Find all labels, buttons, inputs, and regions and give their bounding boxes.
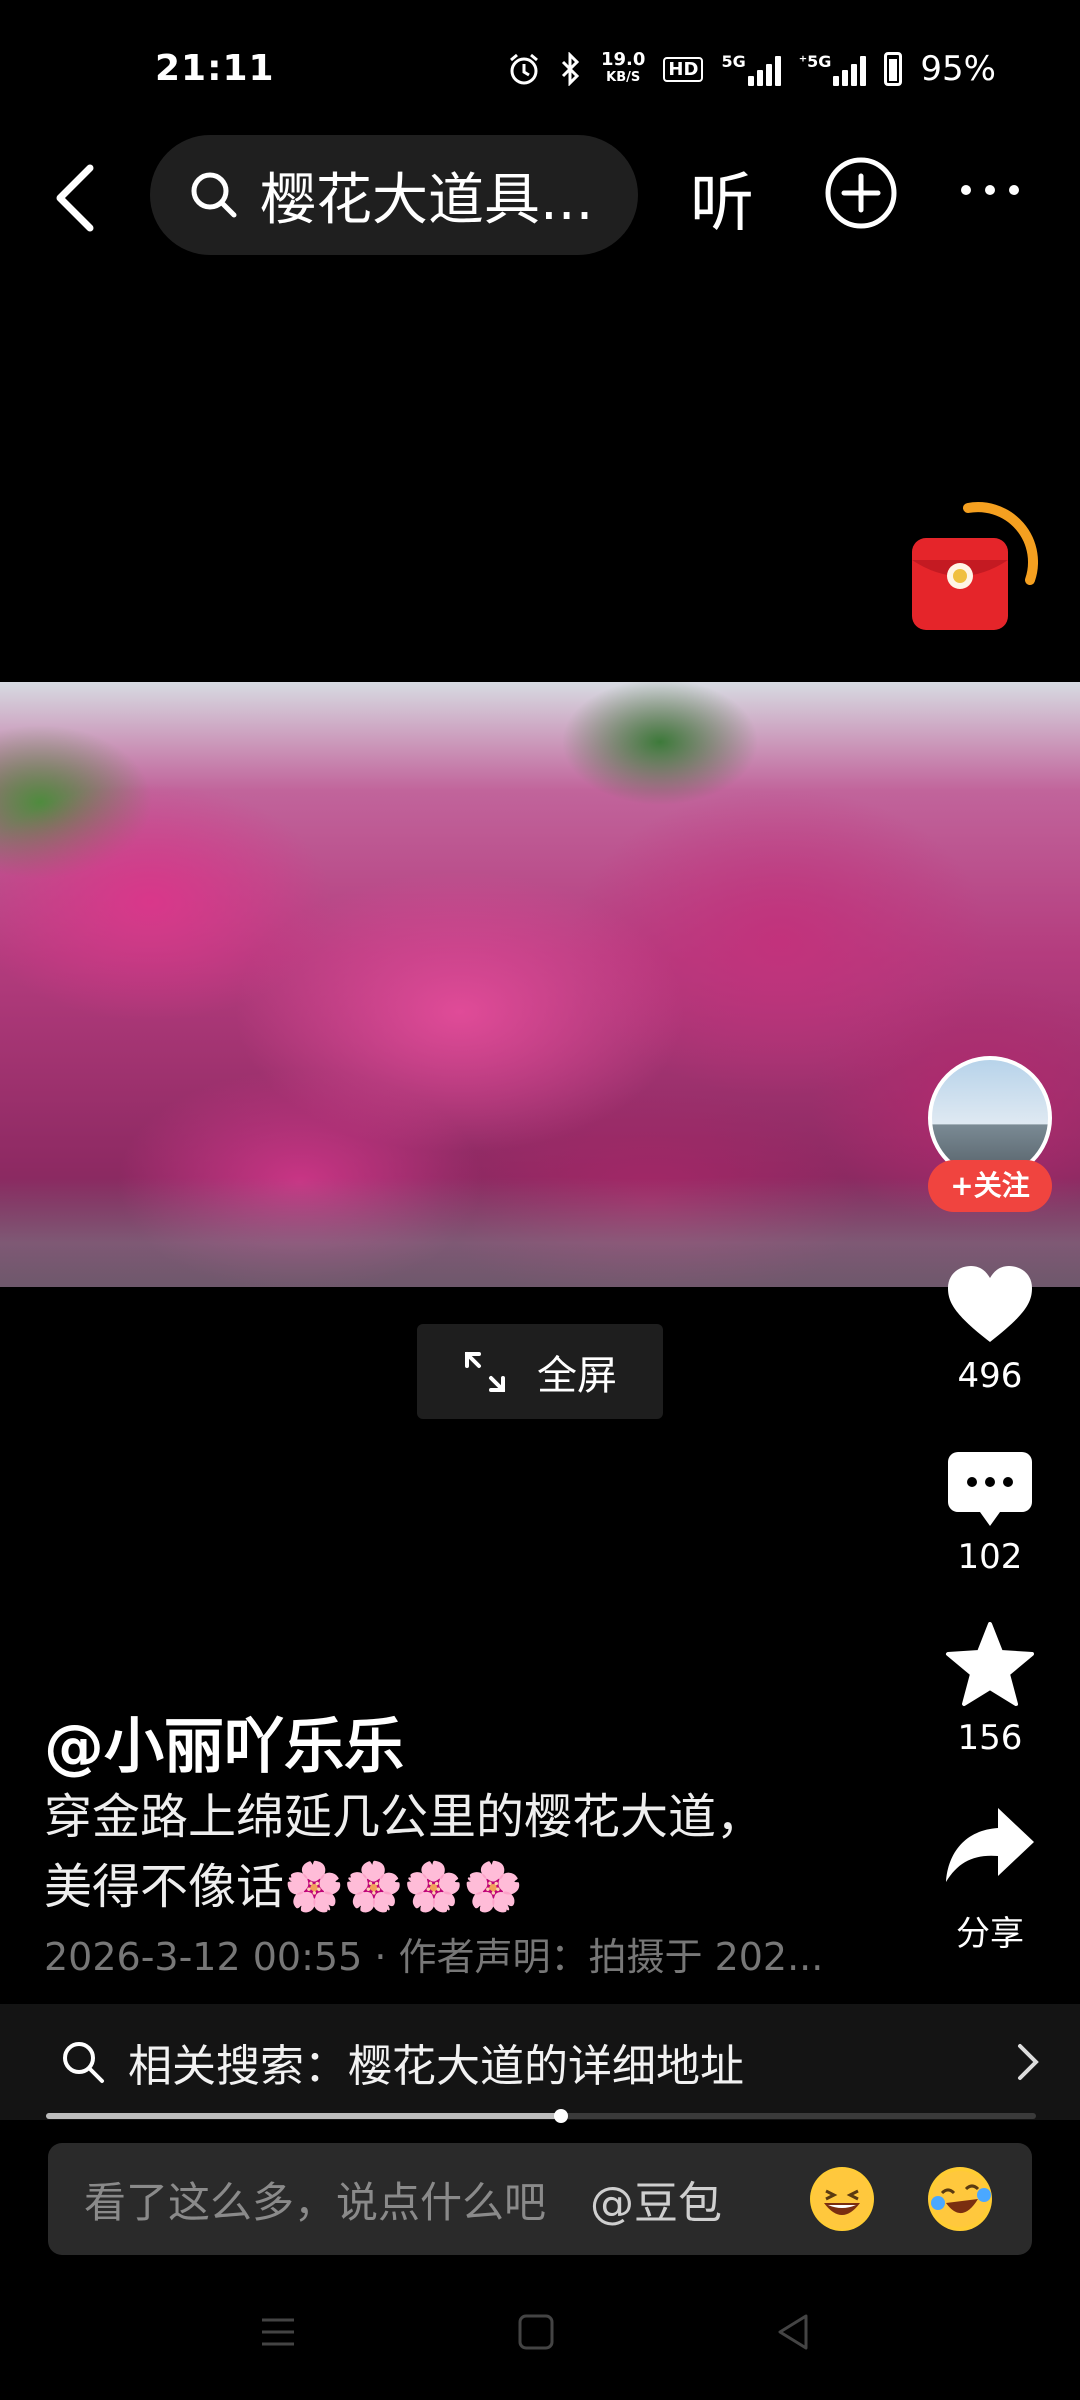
search-icon — [191, 172, 237, 218]
more-icon[interactable] — [958, 180, 1022, 200]
description-line-1: 穿金路上绵延几公里的樱花大道， — [44, 1789, 765, 1845]
hd-badge: HD — [663, 56, 704, 82]
status-time: 21:11 — [155, 48, 275, 89]
search-query: 樱花大道具... — [260, 167, 594, 233]
comment-count: 102 — [957, 1537, 1023, 1577]
alarm-icon — [510, 53, 538, 85]
heart-icon[interactable] — [944, 1262, 1036, 1348]
search-icon — [63, 2042, 104, 2083]
listen-button[interactable]: 听 — [690, 152, 754, 244]
expand-icon — [465, 1351, 505, 1392]
chevron-right-icon — [1018, 2044, 1039, 2080]
menu-icon[interactable] — [258, 2312, 298, 2352]
like-count: 496 — [957, 1356, 1023, 1396]
video-progress-bar[interactable] — [46, 2109, 1036, 2123]
comment-placeholder: 看了这么多，说点什么吧 — [84, 2177, 547, 2227]
progress-fill — [46, 2113, 561, 2119]
share-icon[interactable] — [944, 1802, 1036, 1888]
progress-handle[interactable] — [553, 2109, 568, 2123]
signal-bars-icon — [833, 52, 867, 86]
laugh-emoji-icon[interactable] — [810, 2167, 874, 2231]
signal-2-label: ⁺5G — [798, 52, 832, 71]
back-triangle-icon[interactable] — [774, 2312, 814, 2352]
favorite-count: 156 — [957, 1718, 1023, 1758]
status-icons: 19.0 KB/S HD 5G ⁺5G 95% — [507, 46, 996, 92]
author-name[interactable]: @小丽吖乐乐 — [44, 1698, 404, 1785]
post-description: 穿金路上绵延几公里的樱花大道， 美得不像话🌸🌸🌸🌸 — [44, 1782, 844, 1922]
net-speed: 19.0 KB/S — [601, 51, 645, 87]
fullscreen-button[interactable]: 全屏 — [417, 1324, 663, 1419]
description-line-2: 美得不像话🌸🌸🌸🌸 — [44, 1859, 524, 1915]
video-frame-street — [0, 1177, 1080, 1287]
share-label[interactable]: 分享 — [900, 1906, 1080, 1955]
red-packet-icon[interactable] — [908, 500, 1038, 635]
home-icon[interactable] — [516, 2312, 556, 2352]
bluetooth-icon — [561, 52, 580, 86]
signal-bars-icon — [747, 52, 781, 86]
battery-icon — [884, 52, 903, 86]
net-speed-unit: KB/S — [606, 70, 641, 85]
comment-input[interactable]: 看了这么多，说点什么吧 @豆包 — [48, 2143, 1032, 2255]
related-search-bar[interactable]: 相关搜索：樱花大道的详细地址 — [0, 2004, 1080, 2120]
signal-2: ⁺5G — [799, 52, 867, 86]
battery-percent: 95% — [920, 49, 996, 89]
signal-1-label: 5G — [721, 52, 746, 71]
follow-button[interactable]: +关注 — [928, 1160, 1052, 1212]
net-speed-value: 19.0 — [601, 49, 646, 70]
search-bar[interactable]: 樱花大道具... — [150, 135, 638, 255]
post-meta[interactable]: 2026-3-12 00:55 · 作者声明：拍摄于 202... — [44, 1926, 844, 1981]
fullscreen-label: 全屏 — [537, 1352, 617, 1399]
signal-1: 5G — [721, 52, 781, 86]
back-icon[interactable] — [48, 158, 108, 238]
star-icon[interactable] — [944, 1622, 1036, 1708]
add-icon[interactable] — [824, 156, 898, 230]
related-search-text: 相关搜索：樱花大道的详细地址 — [128, 2041, 744, 2092]
cry-laugh-emoji-icon[interactable] — [928, 2167, 992, 2231]
video-player[interactable] — [0, 682, 1080, 1287]
mention-doubao[interactable]: @豆包 — [590, 2167, 722, 2231]
comment-icon[interactable] — [944, 1448, 1036, 1534]
